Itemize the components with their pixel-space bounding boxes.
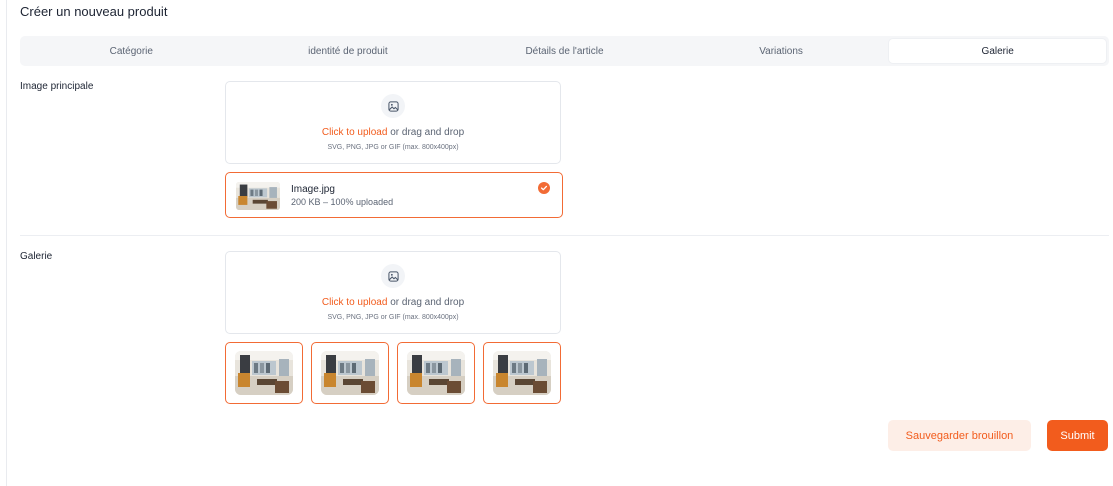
drag-drop-text: or drag and drop: [387, 127, 465, 138]
gallery-image-3[interactable]: [397, 342, 475, 404]
gallery-thumbnail: [493, 351, 551, 395]
submit-button[interactable]: Submit: [1047, 420, 1108, 451]
page-title: Créer un nouveau produit: [20, 4, 168, 19]
drag-drop-text: or drag and drop: [387, 297, 465, 308]
tab-galerie[interactable]: Galerie: [889, 39, 1106, 63]
tab-bar: Catégorie identité de produit Détails de…: [20, 36, 1109, 66]
file-meta: 200 KB – 100% uploaded: [291, 197, 394, 207]
main-image-dropzone[interactable]: Click to upload or drag and drop SVG, PN…: [225, 81, 561, 164]
upload-hint: SVG, PNG, JPG or GIF (max. 800x400px): [327, 144, 459, 151]
tab-identite-produit[interactable]: identité de produit: [240, 39, 457, 63]
file-name: Image.jpg: [291, 184, 335, 195]
section-divider: [20, 235, 1109, 236]
tab-details-article[interactable]: Détails de l'article: [456, 39, 673, 63]
main-image-label: Image principale: [20, 81, 94, 92]
file-thumbnail: [236, 182, 280, 210]
uploaded-file-card[interactable]: Image.jpg 200 KB – 100% uploaded: [225, 172, 563, 218]
tab-variations[interactable]: Variations: [673, 39, 890, 63]
image-icon: [381, 264, 405, 288]
gallery-thumbnail: [321, 351, 379, 395]
gallery-image-1[interactable]: [225, 342, 303, 404]
gallery-image-2[interactable]: [311, 342, 389, 404]
main-panel: [6, 0, 1113, 486]
upload-hint: SVG, PNG, JPG or GIF (max. 800x400px): [327, 314, 459, 321]
upload-instructions: Click to upload or drag and drop: [226, 127, 560, 138]
gallery-dropzone[interactable]: Click to upload or drag and drop SVG, PN…: [225, 251, 561, 334]
click-to-upload-link[interactable]: Click to upload: [322, 127, 388, 138]
save-draft-button[interactable]: Sauvegarder brouillon: [888, 420, 1031, 451]
click-to-upload-link[interactable]: Click to upload: [322, 297, 388, 308]
gallery-image-4[interactable]: [483, 342, 561, 404]
gallery-thumbnail: [407, 351, 465, 395]
upload-instructions: Click to upload or drag and drop: [226, 297, 560, 308]
image-icon: [381, 94, 405, 118]
check-circle-icon: [538, 182, 550, 194]
gallery-thumbnail: [235, 351, 293, 395]
tab-categorie[interactable]: Catégorie: [23, 39, 240, 63]
gallery-label: Galerie: [20, 251, 53, 262]
